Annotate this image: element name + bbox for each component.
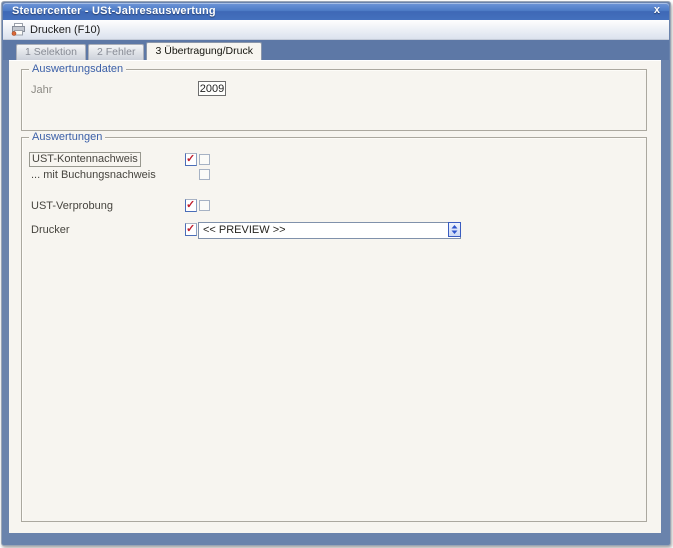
print-button[interactable]: Drucken (F10)	[7, 22, 104, 37]
print-button-label: Drucken (F10)	[30, 23, 101, 36]
group-auswertungen: Auswertungen UST-Kontennachweis ... mit …	[21, 131, 647, 522]
window-title: Steuercenter - USt-Jahresauswertung	[12, 5, 216, 17]
jahr-input[interactable]	[198, 81, 226, 96]
toolbar: Drucken (F10)	[3, 20, 669, 40]
tab-fehler[interactable]: 2 Fehler	[87, 44, 145, 60]
verprobung-checkbox[interactable]	[199, 200, 210, 211]
buchungsnachweis-label: ... mit Buchungsnachweis	[31, 169, 156, 181]
drucker-label: Drucker	[31, 224, 70, 236]
tab-bar: 1 Selektion 2 Fehler 3 Übertragung/Druck	[3, 40, 669, 60]
combo-dropdown-button[interactable]	[448, 222, 461, 237]
tab-page: Auswertungsdaten Jahr Auswertungen UST-K…	[9, 60, 661, 533]
drucker-checked-icon[interactable]	[185, 222, 197, 236]
close-icon[interactable]: x	[654, 4, 660, 16]
app-window: Steuercenter - USt-Jahresauswertung x Dr…	[1, 1, 671, 546]
group-auswertungsdaten: Auswertungsdaten Jahr	[21, 63, 647, 131]
tab-selektion[interactable]: 1 Selektion	[16, 44, 86, 60]
drucker-combobox-value: << PREVIEW >>	[203, 224, 286, 236]
tab-uebertragung-druck[interactable]: 3 Übertragung/Druck	[146, 42, 262, 60]
drucker-combobox[interactable]: << PREVIEW >>	[198, 222, 461, 239]
verprobung-label: UST-Verprobung	[31, 200, 113, 212]
titlebar[interactable]: Steuercenter - USt-Jahresauswertung x	[3, 3, 669, 20]
screen: Steuercenter - USt-Jahresauswertung x Dr…	[0, 0, 673, 548]
group-auswertungsdaten-legend: Auswertungsdaten	[29, 63, 127, 76]
buchungsnachweis-checkbox[interactable]	[199, 169, 210, 180]
jahr-label: Jahr	[31, 84, 53, 96]
kontennachweis-label: UST-Kontennachweis	[29, 152, 141, 167]
kontennachweis-checkbox[interactable]	[199, 154, 210, 165]
verprobung-checked-icon[interactable]	[185, 198, 197, 212]
kontennachweis-checked-icon[interactable]	[185, 152, 197, 166]
group-auswertungen-legend: Auswertungen	[29, 131, 106, 144]
updown-arrows-icon	[451, 225, 458, 234]
printer-icon	[11, 23, 26, 36]
